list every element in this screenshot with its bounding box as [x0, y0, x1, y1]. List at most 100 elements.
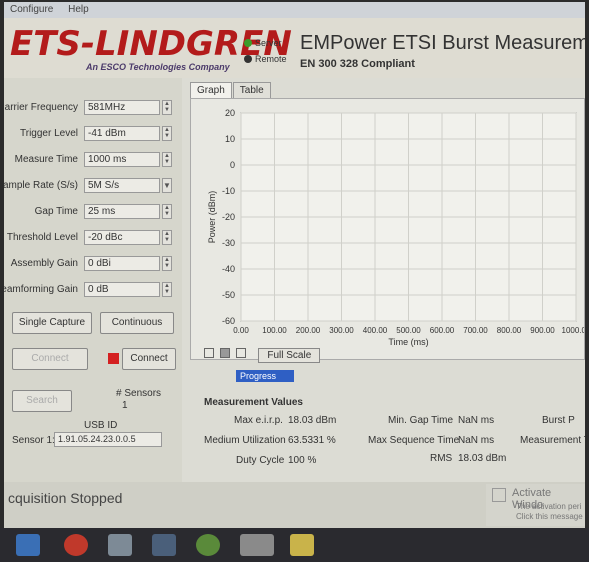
max-eirp-label: Max e.i.r.p. — [234, 415, 283, 426]
activate-line-2: Click this message — [516, 512, 583, 521]
file-explorer-icon[interactable] — [108, 534, 132, 556]
y-tick-label: -60 — [222, 316, 235, 326]
remote-indicator-icon — [244, 55, 252, 63]
param-label: Gap Time — [34, 206, 78, 217]
graph-panel: 20 10 0 -10 -20 -30 -40 -50 -60 0.00 100.00 200.00 3… — [190, 98, 585, 360]
windows-flag-icon — [492, 488, 506, 502]
measurement-title: Measurement Values — [204, 397, 303, 408]
x-tick-label: 400.00 — [363, 326, 388, 335]
tab-table[interactable]: Table — [232, 82, 271, 98]
sensor-1-usb-id: 1.91.05.24.23.0.0.5 — [54, 432, 162, 447]
min-gap-time-label: Min. Gap Time — [388, 415, 454, 426]
assembly-gain-input[interactable]: 0 dBi — [84, 256, 160, 271]
server-label: Server — [255, 38, 282, 48]
taskbar-app-icon[interactable] — [196, 534, 220, 556]
param-trigger-level: Trigger Level -41 dBm ▲ ▼ — [4, 126, 182, 142]
view-tabs: Graph Table — [190, 82, 272, 98]
param-label: Trigger Level — [20, 128, 78, 139]
zoom-tool-icon[interactable] — [219, 348, 230, 358]
param-gap-time: Gap Time 25 ms ▲ ▼ — [4, 204, 182, 220]
spinner-icon[interactable]: ▲ ▼ — [162, 256, 172, 271]
y-tick-label: -50 — [222, 290, 235, 300]
max-eirp-value: 18.03 dBm — [288, 415, 337, 426]
medium-utilization-label: Medium Utilization — [204, 435, 286, 446]
param-threshold-level: Threshold Level -20 dBc ▲ ▼ — [4, 230, 182, 246]
y-tick-label: 20 — [225, 108, 235, 118]
param-label: Measure Time — [14, 154, 78, 165]
search-button[interactable]: Search — [12, 390, 72, 412]
connect-left-button[interactable]: Connect — [12, 348, 88, 370]
menu-configure[interactable]: Configure — [4, 2, 59, 17]
y-tick-label: -40 — [222, 264, 235, 274]
sensor-count-label: # Sensors — [116, 388, 162, 399]
x-tick-label: 800.00 — [497, 326, 522, 335]
gap-time-input[interactable]: 25 ms — [84, 204, 160, 219]
chevron-down-icon[interactable]: ▼ — [162, 178, 172, 193]
spinner-icon[interactable]: ▲ ▼ — [162, 230, 172, 245]
cursor-tool-icon[interactable] — [204, 348, 214, 358]
param-label: Assembly Gain — [10, 258, 78, 269]
remote-radio[interactable]: Remote — [244, 54, 287, 64]
single-capture-button[interactable]: Single Capture — [12, 312, 92, 334]
start-icon[interactable] — [16, 534, 40, 556]
param-carrier-frequency: Carrier Frequency 581MHz ▲ ▼ — [4, 100, 182, 116]
x-axis-label: Time (ms) — [388, 337, 428, 347]
y-tick-label: -20 — [222, 212, 235, 222]
measure-time-input[interactable]: 1000 ms — [84, 152, 160, 167]
param-label: eamforming Gain — [4, 284, 78, 295]
continuous-button[interactable]: Continuous — [100, 312, 174, 334]
x-tick-label: 700.00 — [463, 326, 488, 335]
y-tick-label: 0 — [230, 160, 235, 170]
beamforming-gain-input[interactable]: 0 dB — [84, 282, 160, 297]
param-measure-time: Measure Time 1000 ms ▲ ▼ — [4, 152, 182, 168]
menu-help[interactable]: Help — [62, 2, 95, 17]
pan-tool-icon[interactable] — [235, 348, 246, 358]
empower-app-icon[interactable] — [240, 534, 274, 556]
param-label: Threshold Level — [6, 232, 78, 243]
duty-cycle-value: 100 % — [288, 455, 317, 466]
taskbar-app-icon[interactable] — [290, 534, 314, 556]
max-sequence-time-label: Max Sequence Time — [368, 435, 460, 446]
spinner-icon[interactable]: ▲ ▼ — [162, 100, 172, 115]
trigger-level-input[interactable]: -41 dBm — [84, 126, 160, 141]
x-tick-label: 300.00 — [329, 326, 354, 335]
activate-windows-notice[interactable]: Activate Windo The activation peri Click… — [486, 484, 585, 526]
param-label: Carrier Frequency — [4, 102, 78, 113]
x-tick-label: 1000.00 — [562, 326, 584, 335]
server-radio[interactable]: Server — [244, 38, 282, 48]
y-axis-label: Power (dBm) — [207, 191, 217, 244]
x-tick-label: 100.00 — [262, 326, 287, 335]
rms-value: 18.03 dBm — [458, 453, 507, 464]
threshold-level-input[interactable]: -20 dBc — [84, 230, 160, 245]
measurement-time-label: Measurement T — [520, 435, 585, 446]
app-window: Configure Help ETS-LINDGREN An ESCO Tech… — [4, 2, 585, 528]
param-label: Sample Rate (S/s) — [4, 180, 78, 191]
spinner-icon[interactable]: ▲ ▼ — [162, 126, 172, 141]
x-tick-label: 600.00 — [430, 326, 455, 335]
param-beamforming-gain: eamforming Gain 0 dB ▲ ▼ — [4, 282, 182, 298]
server-indicator-icon — [244, 39, 252, 47]
sensor-1-label: Sensor 1: — [12, 435, 55, 446]
taskbar-app-icon[interactable] — [152, 534, 176, 556]
tab-graph[interactable]: Graph — [190, 82, 232, 98]
spinner-icon[interactable]: ▲ ▼ — [162, 282, 172, 297]
settings-panel: Carrier Frequency 581MHz ▲ ▼ Trigger Leve… — [4, 78, 182, 482]
burst-power-label: Burst P — [542, 415, 575, 426]
usb-id-label: USB ID — [84, 420, 118, 431]
carrier-frequency-input[interactable]: 581MHz — [84, 100, 160, 115]
power-chart: 20 10 0 -10 -20 -30 -40 -50 -600.00 100.00 200.00 3… — [207, 108, 584, 347]
full-scale-button[interactable]: Full Scale — [258, 348, 321, 363]
app-title: EMPower ETSI Burst Measuremer — [300, 32, 585, 54]
chrome-icon[interactable] — [64, 534, 88, 556]
sample-rate-select[interactable]: 5M S/s — [84, 178, 160, 193]
activate-line-1: The activation peri — [516, 502, 582, 511]
spinner-icon[interactable]: ▲ ▼ — [162, 204, 172, 219]
connect-button[interactable]: Connect — [122, 348, 176, 370]
x-tick-label: 0.00 — [233, 326, 249, 335]
duty-cycle-label: Duty Cycle — [236, 455, 285, 466]
remote-label: Remote — [255, 54, 287, 64]
spinner-icon[interactable]: ▲ ▼ — [162, 152, 172, 167]
measurement-panel: Measurement Values Max e.i.r.p. 18.03 dB… — [190, 387, 585, 477]
status-bar: cquisition Stopped Activate Windo The ac… — [4, 482, 585, 528]
x-tick-label: 900.00 — [530, 326, 555, 335]
